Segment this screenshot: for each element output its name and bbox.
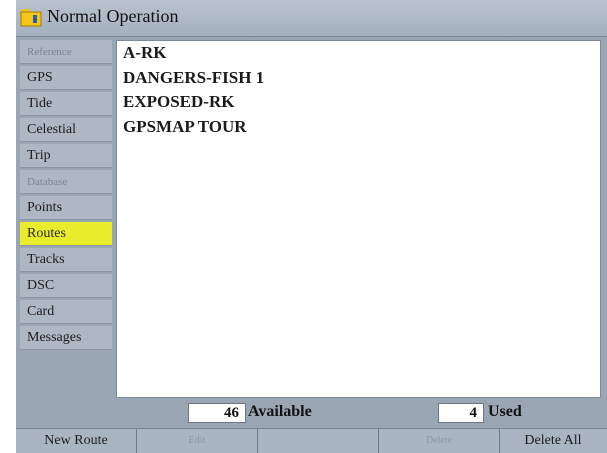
new-route-button[interactable]: New Route bbox=[16, 429, 137, 453]
route-item[interactable]: DANGERS-FISH 1 bbox=[117, 66, 600, 91]
softkey-bar: New Route Edit Delete Delete All bbox=[16, 428, 607, 453]
sidebar-tab-messages[interactable]: Messages bbox=[20, 326, 112, 350]
sidebar-tab-routes[interactable]: Routes bbox=[20, 222, 112, 246]
sidebar-tab-card[interactable]: Card bbox=[20, 300, 112, 324]
delete-all-button[interactable]: Delete All bbox=[500, 429, 606, 453]
sidebar-tab-points[interactable]: Points bbox=[20, 196, 112, 220]
sidebar-tab-trip[interactable]: Trip bbox=[20, 144, 112, 168]
sidebar: Reference GPS Tide Celestial Trip Database Poi… bbox=[20, 40, 112, 352]
folder-icon bbox=[20, 9, 42, 27]
title-bar: Normal Operation bbox=[16, 0, 607, 37]
blank-softkey[interactable] bbox=[258, 429, 379, 453]
sidebar-tab-tide[interactable]: Tide bbox=[20, 92, 112, 116]
route-item[interactable]: A-RK bbox=[117, 41, 600, 66]
route-item[interactable]: EXPOSED-RK bbox=[117, 90, 600, 115]
sidebar-tab-database[interactable]: Database bbox=[20, 170, 112, 194]
route-item[interactable]: GPSMAP TOUR bbox=[117, 115, 600, 140]
used-label: Used bbox=[488, 403, 522, 420]
sidebar-tab-celestial[interactable]: Celestial bbox=[20, 118, 112, 142]
routes-list[interactable]: A-RK DANGERS-FISH 1 EXPOSED-RK GPSMAP TOUR bbox=[116, 40, 601, 398]
window-title: Normal Operation bbox=[47, 6, 179, 26]
delete-button[interactable]: Delete bbox=[379, 429, 500, 453]
status-bar: 46 Available 4 Used bbox=[116, 400, 601, 424]
sidebar-tab-reference[interactable]: Reference bbox=[20, 40, 112, 64]
available-count: 46 bbox=[188, 403, 246, 423]
main-window: Normal Operation Reference GPS Tide Celesti… bbox=[16, 0, 607, 453]
sidebar-tab-dsc[interactable]: DSC bbox=[20, 274, 112, 298]
sidebar-tab-tracks[interactable]: Tracks bbox=[20, 248, 112, 272]
sidebar-tab-gps[interactable]: GPS bbox=[20, 66, 112, 90]
edit-button[interactable]: Edit bbox=[137, 429, 258, 453]
used-count: 4 bbox=[438, 403, 484, 423]
available-label: Available bbox=[248, 403, 312, 420]
